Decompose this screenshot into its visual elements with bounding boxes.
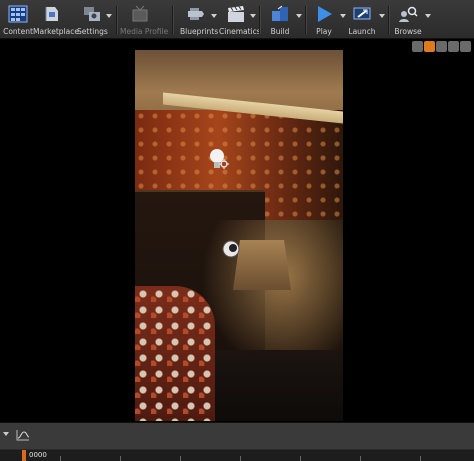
cinematics-label: Cinematics bbox=[219, 27, 261, 36]
toolbar-separator bbox=[172, 6, 174, 34]
ruler-tick bbox=[120, 456, 121, 461]
playhead-marker[interactable] bbox=[22, 450, 26, 461]
cinematics-dropdown-arrow[interactable] bbox=[250, 14, 256, 18]
play-icon bbox=[318, 6, 332, 22]
point-light-icon[interactable] bbox=[207, 147, 229, 173]
toolbar-separator bbox=[305, 6, 307, 34]
view-camera-icon[interactable] bbox=[436, 41, 447, 52]
toolbar-separator bbox=[259, 6, 261, 34]
ruler-tick bbox=[300, 456, 301, 461]
ruler-tick bbox=[240, 456, 241, 461]
browse-label: Browse bbox=[394, 27, 422, 36]
cinematics-button[interactable]: Cinematics bbox=[219, 2, 261, 38]
cinematics-icon bbox=[228, 6, 244, 22]
ruler-tick bbox=[60, 456, 61, 461]
reflection-capture-icon[interactable] bbox=[221, 239, 241, 259]
browse-dropdown-arrow[interactable] bbox=[425, 14, 431, 18]
lampshade bbox=[233, 240, 291, 290]
current-frame-readout: 0000 bbox=[29, 451, 47, 459]
settings-label: Settings bbox=[77, 27, 108, 36]
marketplace-button[interactable]: Marketplace bbox=[33, 2, 79, 38]
marketplace-label: Marketplace bbox=[33, 27, 79, 36]
sequencer-timeline: 0000 bbox=[0, 422, 474, 461]
blueprints-button[interactable]: Blueprints bbox=[180, 2, 219, 38]
scene-render[interactable] bbox=[135, 50, 343, 421]
curve-editor-icon[interactable] bbox=[16, 429, 30, 441]
content-browser-icon bbox=[8, 5, 28, 23]
build-button[interactable]: Build bbox=[266, 2, 294, 38]
browse-button[interactable]: Browse bbox=[394, 2, 422, 38]
launch-dropdown-arrow[interactable] bbox=[379, 14, 385, 18]
settings-button[interactable]: Settings bbox=[77, 2, 108, 38]
launch-button[interactable]: Launch bbox=[347, 2, 377, 38]
build-dropdown-arrow[interactable] bbox=[296, 14, 302, 18]
launch-label: Launch bbox=[348, 27, 376, 36]
blueprints-dropdown-arrow[interactable] bbox=[211, 14, 217, 18]
blueprints-icon bbox=[188, 8, 204, 20]
media-profile-label: Media Profile bbox=[120, 27, 169, 36]
play-button[interactable]: Play bbox=[311, 2, 337, 38]
ruler-tick bbox=[420, 456, 421, 461]
level-viewport[interactable] bbox=[0, 39, 474, 422]
ruler-tick bbox=[360, 456, 361, 461]
ruler-tick bbox=[180, 456, 181, 461]
timeline-header bbox=[0, 423, 474, 449]
timeline-dropdown-arrow[interactable] bbox=[3, 432, 9, 436]
media-profile-icon bbox=[132, 5, 148, 22]
play-label: Play bbox=[316, 27, 332, 36]
blueprints-label: Blueprints bbox=[180, 27, 219, 36]
toolbar-separator bbox=[388, 6, 390, 34]
build-label: Build bbox=[270, 27, 290, 36]
build-icon bbox=[272, 5, 288, 21]
main-toolbar: Content Marketplace Settings Media Profi… bbox=[0, 0, 474, 39]
settings-icon bbox=[84, 7, 100, 21]
settings-dropdown-arrow[interactable] bbox=[106, 14, 112, 18]
toolbar-separator bbox=[116, 6, 118, 34]
content-label: Content bbox=[3, 27, 33, 36]
view-layout-icon[interactable] bbox=[448, 41, 459, 52]
timeline-ruler[interactable] bbox=[0, 450, 474, 461]
play-dropdown-arrow[interactable] bbox=[340, 14, 346, 18]
view-grid-icon[interactable] bbox=[412, 41, 423, 52]
view-maximize-icon[interactable] bbox=[460, 41, 471, 52]
launch-icon bbox=[353, 7, 371, 20]
browse-icon bbox=[399, 6, 418, 22]
marketplace-icon bbox=[45, 7, 58, 21]
patterned-bedspread bbox=[135, 286, 215, 421]
view-lit-icon[interactable] bbox=[424, 41, 435, 52]
media-profile-button: Media Profile bbox=[120, 2, 169, 38]
viewport-view-options bbox=[412, 41, 471, 53]
content-button[interactable]: Content bbox=[3, 2, 33, 38]
